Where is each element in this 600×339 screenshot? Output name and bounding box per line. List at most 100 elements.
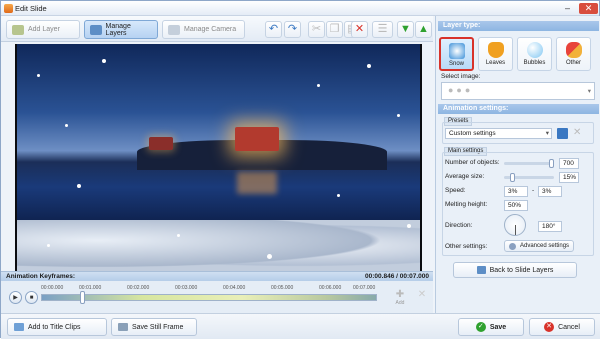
add-keyframe-label: Add bbox=[395, 300, 405, 306]
minimize-icon[interactable]: – bbox=[560, 3, 575, 14]
manage-camera-button[interactable]: Manage Camera bbox=[162, 20, 245, 39]
gear-icon bbox=[509, 242, 516, 250]
stop-button[interactable]: ■ bbox=[25, 291, 38, 304]
winter-lake-image bbox=[17, 44, 420, 271]
snowflake bbox=[177, 234, 180, 237]
ruler-tick: 00:02.000 bbox=[127, 285, 150, 291]
timeline-header: Animation Keyframes: 00:00.846 / 00:07.0… bbox=[1, 272, 433, 281]
layer-order-dropdown-icon[interactable]: ☰ bbox=[372, 21, 393, 38]
close-icon[interactable]: ✕ bbox=[579, 3, 598, 14]
advanced-settings-button[interactable]: Advanced settings bbox=[504, 240, 575, 252]
manage-layers-button[interactable]: Manage Layers bbox=[84, 20, 158, 39]
number-slider-thumb[interactable] bbox=[549, 159, 554, 168]
cut-icon[interactable]: ✂ bbox=[308, 21, 325, 38]
speed-range-dash: - bbox=[532, 187, 535, 194]
timeline-track[interactable] bbox=[41, 294, 377, 301]
save-still-frame-label: Save Still Frame bbox=[132, 323, 184, 331]
snowflake bbox=[337, 194, 340, 197]
bottom-bar: Add to Title Clips Save Still Frame ✓ Sa… bbox=[1, 313, 600, 339]
still-frame-icon bbox=[118, 323, 128, 331]
boathouse bbox=[149, 137, 173, 150]
save-still-frame-button[interactable]: Save Still Frame bbox=[111, 318, 197, 336]
snowflake bbox=[47, 244, 50, 247]
average-size-input[interactable]: 15% bbox=[559, 172, 579, 183]
add-keyframe-icon: ✚ bbox=[395, 289, 405, 300]
preset-select[interactable]: Custom settings ▾ bbox=[445, 128, 552, 139]
back-to-slide-layers-label: Back to Slide Layers bbox=[489, 266, 554, 274]
layer-type-label: Other bbox=[565, 60, 581, 66]
slide-preview[interactable] bbox=[15, 44, 422, 271]
save-preset-icon[interactable] bbox=[557, 128, 568, 139]
preset-value: Custom settings bbox=[449, 130, 496, 137]
dial-pointer bbox=[515, 225, 516, 235]
number-slider-track[interactable] bbox=[504, 162, 554, 165]
delete-preset-icon[interactable]: ✕ bbox=[573, 127, 581, 138]
add-to-title-clips-button[interactable]: Add to Title Clips bbox=[7, 318, 107, 336]
playhead-handle[interactable] bbox=[80, 291, 85, 304]
direction-dial[interactable] bbox=[504, 214, 526, 236]
snowflake bbox=[397, 114, 400, 117]
app-icon bbox=[4, 4, 13, 13]
select-image-dropdown[interactable]: ●●● ▾ bbox=[441, 82, 595, 100]
undo-icon[interactable]: ↶ bbox=[265, 21, 282, 38]
melting-height-label: Melting height: bbox=[445, 201, 488, 208]
snowflake bbox=[102, 59, 106, 63]
chevron-down-icon: ▾ bbox=[545, 130, 549, 137]
snowflake bbox=[317, 84, 320, 87]
layer-type-header: Layer type: bbox=[438, 21, 599, 31]
save-button[interactable]: ✓ Save bbox=[458, 318, 524, 336]
speed-max-input[interactable]: 3% bbox=[538, 186, 562, 197]
direction-input[interactable]: 180° bbox=[538, 221, 562, 232]
hearts-icon bbox=[565, 42, 582, 58]
size-slider-thumb[interactable] bbox=[510, 173, 515, 182]
manage-layers-label: Manage Layers bbox=[105, 22, 131, 37]
melting-height-input[interactable]: 50% bbox=[504, 200, 528, 211]
advanced-settings-label: Advanced settings bbox=[520, 243, 570, 249]
manage-camera-label: Manage Camera bbox=[184, 26, 237, 33]
move-up-icon[interactable]: ▲ bbox=[415, 21, 432, 38]
number-of-objects-input[interactable]: 700 bbox=[559, 158, 579, 169]
back-to-slide-layers-button[interactable]: Back to Slide Layers bbox=[453, 262, 577, 278]
snowflake bbox=[407, 224, 411, 228]
layer-type-snow[interactable]: Snow bbox=[439, 37, 474, 71]
layer-type-label: Snow bbox=[448, 61, 464, 67]
ruler-tick: 00:04.000 bbox=[223, 285, 246, 291]
snowflake bbox=[267, 254, 272, 259]
title-bar: Edit Slide – ✕ bbox=[1, 1, 599, 16]
other-settings-label: Other settings: bbox=[445, 243, 488, 250]
play-button[interactable]: ▶ bbox=[9, 291, 22, 304]
animation-keyframes-panel: Animation Keyframes: 00:00.846 / 00:07.0… bbox=[1, 271, 433, 313]
house-reflection bbox=[237, 172, 277, 194]
move-down-icon[interactable]: ▼ bbox=[397, 21, 414, 38]
add-to-title-clips-label: Add to Title Clips bbox=[28, 323, 81, 331]
leaf-icon bbox=[487, 42, 504, 58]
speed-min-input[interactable]: 3% bbox=[504, 186, 528, 197]
toolbar: Add Layer Manage Layers Manage Camera ↶ … bbox=[1, 16, 433, 42]
delete-keyframe-icon[interactable]: ✕ bbox=[415, 289, 429, 309]
timeline-time: 00:00.846 / 00:07.000 bbox=[365, 273, 429, 280]
cancel-button[interactable]: ✕ Cancel bbox=[529, 318, 595, 336]
number-of-objects-label: Number of objects: bbox=[445, 159, 500, 166]
copy-icon[interactable]: ❐ bbox=[326, 21, 343, 38]
animation-settings-header: Animation settings: bbox=[438, 104, 599, 114]
average-size-label: Average size: bbox=[445, 173, 485, 180]
save-label: Save bbox=[489, 323, 507, 331]
select-image-label: Select image: bbox=[441, 73, 481, 80]
layer-type-leaves[interactable]: Leaves bbox=[478, 37, 513, 71]
layer-type-bubbles[interactable]: Bubbles bbox=[517, 37, 552, 71]
snowflake bbox=[37, 74, 40, 77]
chevron-down-icon: ▾ bbox=[587, 88, 591, 95]
add-keyframe-button[interactable]: ✚ Add bbox=[393, 289, 407, 309]
delete-icon[interactable]: ✕ bbox=[351, 21, 368, 38]
cancel-label: Cancel bbox=[558, 323, 580, 331]
ruler-tick: 00:07.000 bbox=[353, 285, 376, 291]
add-layer-button[interactable]: Add Layer bbox=[6, 20, 80, 39]
layer-type-other[interactable]: Other bbox=[556, 37, 591, 71]
edit-slide-window: Edit Slide – ✕ Add Layer Manage Layers M… bbox=[0, 0, 600, 339]
snowflake bbox=[367, 64, 371, 68]
camera-icon bbox=[168, 24, 180, 35]
manage-layers-icon bbox=[90, 24, 102, 35]
ruler-tick: 00:05.000 bbox=[271, 285, 294, 291]
red-house bbox=[235, 127, 279, 151]
redo-icon[interactable]: ↷ bbox=[284, 21, 301, 38]
